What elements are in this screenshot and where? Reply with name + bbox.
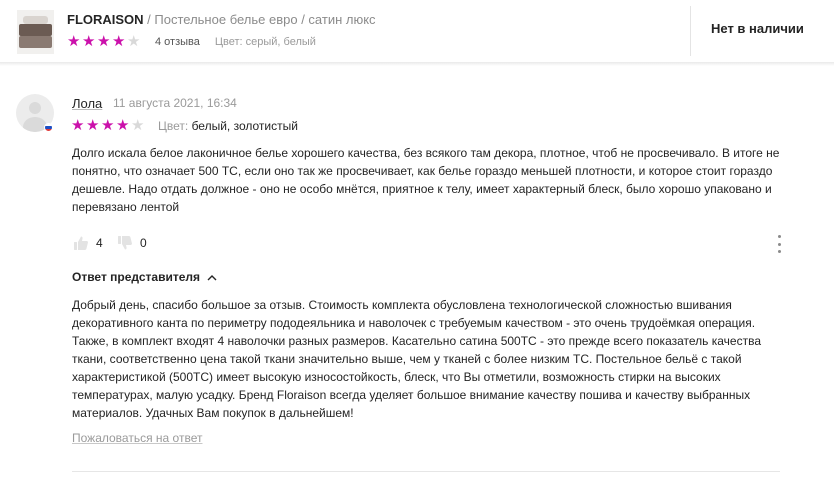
- reply-text: Добрый день, спасибо большое за отзыв. С…: [72, 298, 762, 420]
- star-icon: ★: [71, 117, 85, 134]
- star-icon: ★: [116, 117, 130, 134]
- dislike-button[interactable]: 0: [117, 235, 147, 251]
- review-color: Цвет: белый, золотистый: [158, 119, 298, 133]
- header-shadow: [0, 62, 834, 66]
- star-icon: ★: [112, 33, 126, 50]
- product-rating: ★ ★ ★ ★ ★ 4 отзыва Цвет: серый, белый: [67, 34, 316, 49]
- complain-link[interactable]: Пожаловаться на ответ: [72, 431, 202, 445]
- star-icon: ★: [97, 33, 111, 50]
- review-divider: [72, 471, 780, 472]
- product-name: / Постельное белье евро / сатин люкс: [143, 12, 376, 27]
- star-icon: ★: [82, 33, 96, 50]
- brand-name[interactable]: FLORAISON: [67, 12, 144, 27]
- dislike-count: 0: [140, 236, 147, 250]
- more-vertical-icon[interactable]: [774, 235, 784, 253]
- review-color-value: белый, золотистый: [188, 118, 298, 133]
- reviewer-name[interactable]: Лола: [72, 96, 102, 111]
- reviews-count: 4 отзыва: [155, 35, 200, 48]
- product-header: FLORAISON / Постельное белье евро / сати…: [0, 0, 834, 62]
- stock-status: Нет в наличии: [711, 21, 804, 36]
- reply-toggle[interactable]: Ответ представителя: [72, 270, 217, 284]
- review-color-label: Цвет:: [158, 118, 189, 133]
- star-icon: ★: [131, 117, 145, 134]
- thumb-down-icon: [118, 236, 132, 250]
- like-count: 4: [96, 236, 103, 250]
- review-rating: ★ ★ ★ ★ ★ Цвет: белый, золотистый: [71, 118, 298, 133]
- like-button[interactable]: 4: [73, 235, 103, 251]
- product-stars: ★ ★ ★ ★ ★: [67, 34, 142, 49]
- chevron-up-icon: [207, 270, 217, 284]
- review-date: 11 августа 2021, 16:34: [113, 96, 237, 110]
- review-stars: ★ ★ ★ ★ ★: [71, 118, 146, 133]
- thumb-up-icon: [74, 236, 88, 250]
- header-divider: [690, 6, 691, 56]
- reply-heading: Ответ представителя: [72, 270, 201, 284]
- star-icon: ★: [86, 117, 100, 134]
- product-color: Цвет: серый, белый: [214, 35, 316, 48]
- product-title[interactable]: FLORAISON / Постельное белье евро / сати…: [67, 12, 376, 27]
- star-icon: ★: [101, 117, 115, 134]
- star-icon: ★: [127, 33, 141, 50]
- star-icon: ★: [67, 33, 81, 50]
- russia-flag-icon: [44, 123, 53, 132]
- review-text: Долго искала белое лаконичное белье хоро…: [72, 146, 780, 214]
- product-thumbnail[interactable]: [17, 10, 54, 54]
